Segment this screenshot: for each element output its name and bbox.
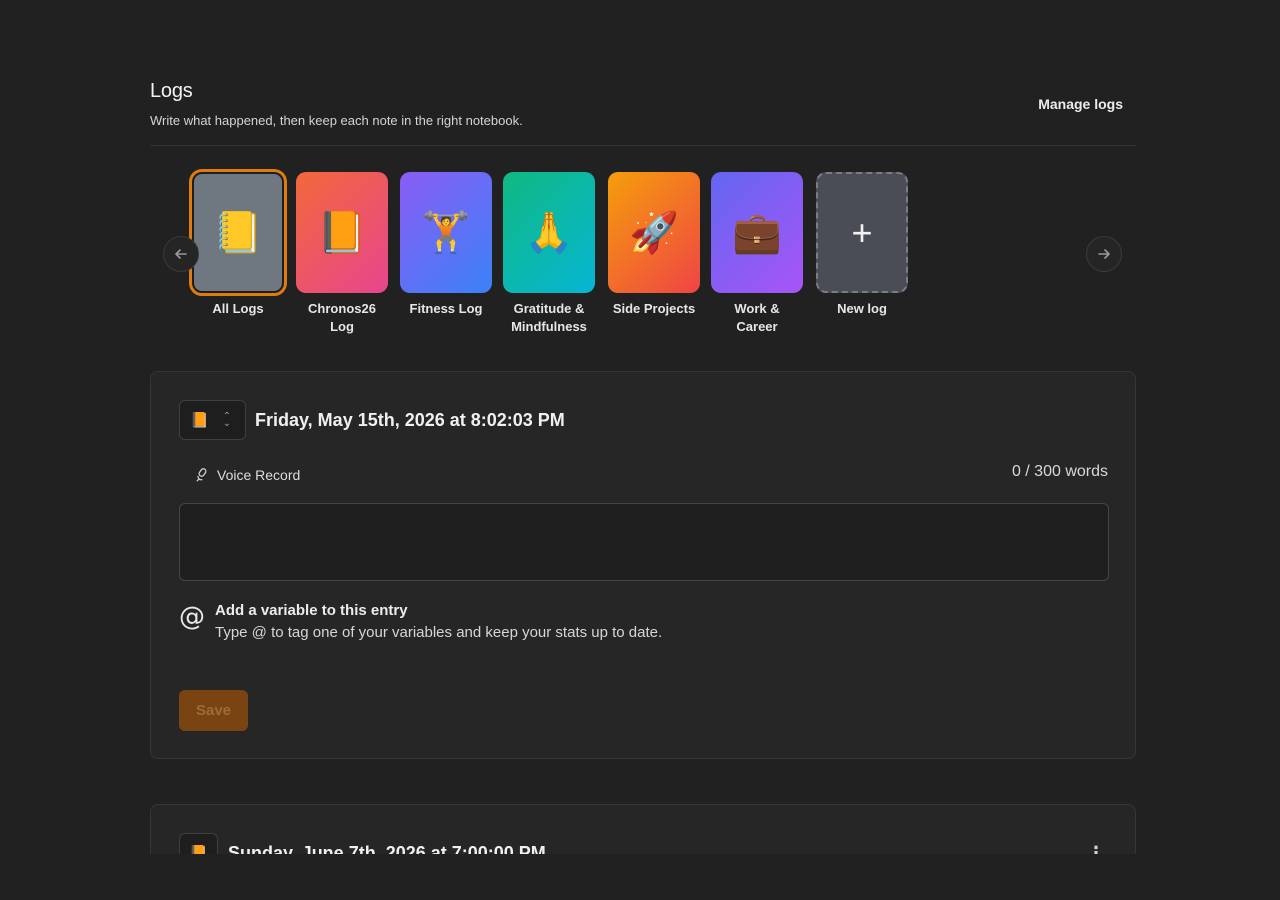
carousel-next-button[interactable] [1086,236,1122,272]
voice-record-button[interactable]: Voice Record [193,467,300,483]
microphone-icon [196,468,207,482]
log-card[interactable]: 🚀 Side Projects [608,172,700,318]
log-label: All Logs [212,301,264,316]
plus-icon: + [851,211,873,253]
log-label: Chronos26 Log [308,301,376,334]
variable-hint-title: Add a variable to this entry [215,602,408,619]
new-log-label: New log [837,301,887,316]
log-card[interactable]: 📒 All Logs [189,169,287,318]
log-tile[interactable]: 🏋️ [400,172,492,293]
log-emoji-icon: 📙 [317,211,367,255]
log-tile[interactable]: 📙 [296,172,388,293]
log-card[interactable]: 📙 Chronos26 Log [296,172,388,336]
word-count: 0 / 300 words [1011,463,1108,480]
page-title: Logs [150,80,193,102]
log-label: Gratitude & Mindfulness [511,301,587,334]
log-emoji-icon: 🚀 [629,211,679,255]
log-emoji-icon: 🏋️ [421,211,471,255]
new-log-card[interactable]: + New log [816,172,908,318]
log-emoji-icon: 📒 [213,211,263,255]
carousel-prev-button[interactable] [163,236,199,272]
entry-textarea[interactable] [179,503,1109,581]
at-icon: @ [179,602,205,632]
save-button[interactable]: Save [179,690,248,731]
log-tile[interactable]: 📒 [189,169,287,296]
log-tile[interactable]: 🚀 [608,172,700,293]
log-card[interactable]: 🙏 Gratitude & Mindfulness [503,172,595,336]
log-emoji-icon: 🙏 [524,211,574,255]
chevron-updown-icon: ⌃ ⌄ [222,411,232,429]
bottom-fade [0,854,1280,900]
manage-logs-link[interactable]: Manage logs [1038,96,1123,112]
new-log-tile[interactable]: + [816,172,908,293]
log-tile[interactable]: 💼 [711,172,803,293]
log-tile[interactable]: 🙏 [503,172,595,293]
log-label: Work & Career [734,301,780,334]
entry-date: Friday, May 15th, 2026 at 8:02:03 PM [255,410,565,430]
new-entry-card: 📙 ⌃ ⌄ Friday, May 15th, 2026 at 8:02:03 P… [150,371,1136,759]
log-label: Side Projects [612,301,696,316]
log-card[interactable]: 🏋️ Fitness Log [400,172,492,318]
notebook-select[interactable]: 📙 ⌃ ⌄ [179,400,246,440]
log-label: Fitness Log [409,301,483,316]
page-subtitle: Write what happened, then keep each note… [150,113,523,128]
arrow-left-icon [175,249,187,259]
variable-hint-description: Type @ to tag one of your variables and … [215,624,663,641]
variable-hint: @ Add a variable to this entry Type @ to… [179,602,662,641]
log-card[interactable]: 💼 Work & Career [711,172,803,336]
page-header: Logs Write what happened, then keep each… [150,80,1136,146]
log-emoji-icon: 💼 [732,211,782,255]
voice-record-label: Voice Record [217,467,301,483]
notebook-icon: 📙 [190,412,209,429]
logs-carousel: 📒 All Logs 📙 Chronos26 Log 🏋️ Fitness Log 🙏 Gra… [150,160,1136,350]
arrow-right-icon [1098,249,1110,259]
